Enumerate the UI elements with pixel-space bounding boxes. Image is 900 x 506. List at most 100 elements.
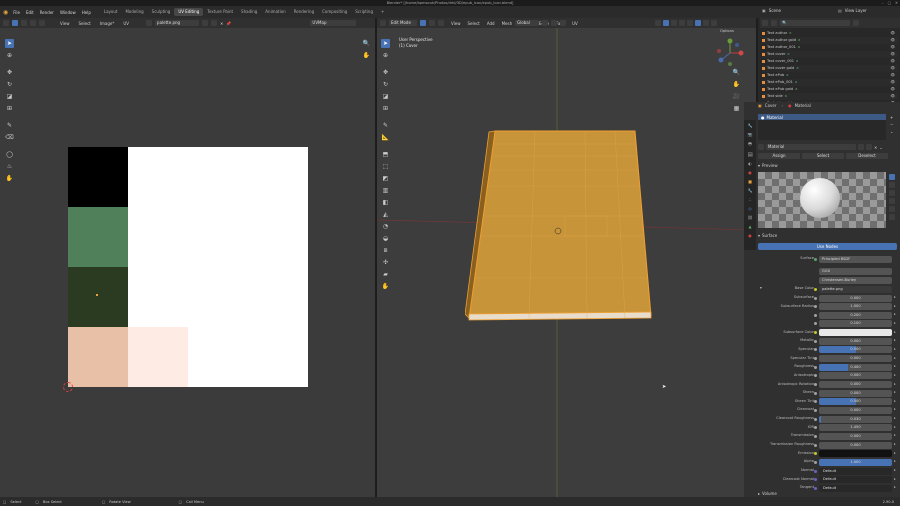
outliner-display-icon[interactable]	[771, 20, 777, 26]
duplicate-material-icon[interactable]	[866, 144, 872, 150]
image-browse-icon[interactable]	[146, 20, 153, 26]
object-tab-icon[interactable]: ■	[748, 179, 752, 184]
pivot-icon[interactable]	[542, 20, 548, 26]
uv-menu-select[interactable]: Select	[79, 21, 91, 26]
material-slot-list[interactable]: ● Material	[758, 114, 886, 140]
shader-input-field[interactable]: 0.000	[819, 441, 892, 449]
rotate-tool-icon[interactable]: ↻	[5, 80, 14, 89]
outliner-item[interactable]: Text cover a 👁	[762, 51, 898, 58]
tab-sculpting[interactable]: Sculpting	[148, 8, 175, 16]
material-tab-icon[interactable]: ●	[748, 233, 752, 238]
subsurface-method-dropdown[interactable]: Christensen-Burley	[819, 276, 892, 284]
shader-input-field[interactable]: 0.500	[819, 346, 892, 354]
zoom-icon[interactable]: 🔍	[362, 39, 371, 48]
row-chevron-icon[interactable]: ▸	[894, 468, 896, 472]
preview-cube-icon[interactable]	[889, 190, 895, 196]
sticky-select-icon[interactable]	[39, 20, 45, 26]
shader-input-field[interactable]: 0.000	[819, 372, 892, 380]
particles-tab-icon[interactable]: ∴	[749, 197, 752, 202]
base-color-field[interactable]: palette.png	[819, 285, 892, 293]
wireframe-shading-icon[interactable]	[687, 20, 693, 26]
shader-input-field[interactable]: Default	[819, 467, 892, 475]
shader-input-field[interactable]: 0.000	[819, 432, 892, 440]
blender-logo-icon[interactable]: ◉	[3, 9, 8, 16]
view-layer-name[interactable]: View Layer	[845, 8, 867, 13]
shader-input-field[interactable]: 0.000	[819, 381, 892, 388]
annotate-erase-icon[interactable]: ⌫	[5, 133, 14, 142]
shader-input-field[interactable]: 0.000	[819, 389, 892, 397]
menu-file[interactable]: File	[10, 10, 23, 15]
tab-shading[interactable]: Shading	[237, 8, 261, 16]
visibility-eye-icon[interactable]: 👁	[890, 37, 895, 44]
shader-input-field[interactable]: 0.000	[819, 406, 892, 414]
shader-input-field[interactable]: 0.000	[819, 337, 892, 345]
shader-input-field[interactable]: 1.000	[819, 458, 892, 466]
outliner-item[interactable]: Text cover gold a 👁	[762, 65, 898, 72]
row-chevron-icon[interactable]: ▸	[894, 295, 896, 299]
surface-shader-field[interactable]: Principled BSDF	[819, 255, 892, 263]
vp-menu-view[interactable]: View	[451, 21, 461, 26]
visibility-eye-icon[interactable]: 👁	[890, 79, 895, 86]
relax-tool-icon[interactable]: ♨	[5, 162, 14, 171]
snap-icon[interactable]	[551, 20, 557, 26]
grab-tool-icon[interactable]: ◯	[5, 150, 14, 159]
shader-input-field[interactable]: 0.000	[819, 355, 892, 363]
row-chevron-icon[interactable]: ▸	[894, 399, 896, 403]
vp-menu-select[interactable]: Select	[468, 21, 480, 26]
shader-input-field[interactable]: 0.000	[819, 294, 892, 302]
row-chevron-icon[interactable]: ▸	[894, 321, 896, 325]
shader-input-field[interactable]: 1.000	[819, 303, 892, 311]
fake-user-material-icon[interactable]	[858, 144, 864, 150]
palette-image[interactable]	[68, 147, 308, 387]
surface-panel-header[interactable]: ▾ Surface	[758, 233, 777, 238]
annotate-tool-icon[interactable]: ✎	[5, 121, 14, 130]
preview-sphere-icon[interactable]	[889, 174, 895, 180]
tab-animation[interactable]: Animation	[261, 8, 289, 16]
visibility-eye-icon[interactable]: 👁	[890, 86, 895, 93]
outliner-type-icon[interactable]	[762, 20, 768, 26]
gizmo-icon[interactable]	[663, 20, 669, 26]
shader-input-field[interactable]: 0.200	[819, 311, 892, 319]
row-chevron-icon[interactable]: ▸	[894, 330, 896, 334]
row-chevron-icon[interactable]: ▸	[894, 459, 896, 463]
tab-compositing[interactable]: Compositing	[318, 8, 351, 16]
filter-icon[interactable]	[853, 20, 859, 26]
material-slot-name[interactable]: Material	[767, 115, 783, 120]
row-chevron-icon[interactable]: ▸	[894, 451, 896, 455]
pin-icon[interactable]: 📌	[226, 21, 231, 26]
vertex-select-icon[interactable]	[12, 20, 18, 26]
row-chevron-icon[interactable]: ▸	[894, 356, 896, 360]
outliner-item[interactable]: Text author gold a 👁	[762, 37, 898, 44]
assign-button[interactable]: Assign	[758, 153, 800, 159]
move-tool-icon[interactable]: ✥	[5, 68, 14, 77]
proportional-icon[interactable]	[560, 20, 566, 26]
uv-menu-view[interactable]: View	[60, 21, 70, 26]
vp-menu-mesh[interactable]: Mesh	[502, 21, 513, 26]
preview-panel-header[interactable]: ▾ Preview	[758, 163, 778, 168]
new-image-icon[interactable]	[211, 20, 218, 26]
tab-scripting[interactable]: Scripting	[351, 8, 377, 16]
row-chevron-icon[interactable]: ▸	[894, 312, 896, 316]
volume-panel-header[interactable]: ▸ Volume	[758, 491, 777, 496]
scene-name[interactable]: Scene	[769, 8, 781, 13]
row-chevron-icon[interactable]: ▸	[894, 390, 896, 394]
outliner-item[interactable]: Text cover_001 a 👁	[762, 58, 898, 65]
uv-menu-uv[interactable]: UV	[123, 21, 129, 26]
tab-layout[interactable]: Layout	[100, 8, 122, 16]
preview-hair-icon[interactable]	[889, 206, 895, 212]
3d-viewport[interactable]: Edit Mode View Select Add Mesh Vertex Ed…	[377, 18, 756, 497]
row-chevron-icon[interactable]: ▸	[894, 425, 896, 429]
face-select-icon[interactable]	[30, 20, 36, 26]
row-chevron-icon[interactable]: ▸	[894, 373, 896, 377]
distribution-dropdown[interactable]: GGX	[819, 267, 892, 275]
scene-tab-icon[interactable]: ◐	[748, 161, 752, 166]
transform-tool-icon[interactable]: ⊞	[5, 104, 14, 113]
viewport-editor-type-icon[interactable]	[380, 20, 386, 26]
tab-texture-paint[interactable]: Texture Paint	[203, 8, 237, 16]
xray-icon[interactable]	[679, 20, 685, 26]
pan-icon[interactable]: ✋	[362, 51, 371, 60]
visibility-eye-icon[interactable]: 👁	[890, 65, 895, 72]
outliner-item[interactable]: Text side a 👁	[762, 93, 898, 100]
visibility-eye-icon[interactable]: 👁	[890, 93, 895, 100]
row-chevron-icon[interactable]: ▸	[894, 347, 896, 351]
